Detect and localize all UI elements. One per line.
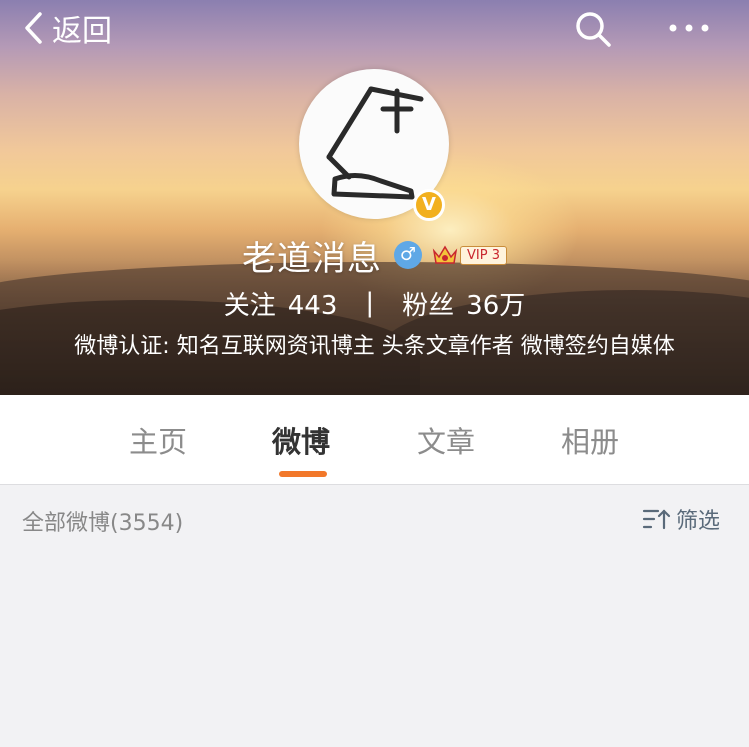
profile-header: 返回 V 老道消息 ♂ VIP 3 关注 443 | 粉丝 36万 微博认证: … [0, 0, 749, 395]
following-count: 443 [287, 290, 338, 321]
search-icon[interactable] [573, 9, 613, 49]
vip-badge[interactable]: VIP 3 [432, 243, 507, 267]
active-tab-indicator [279, 471, 327, 477]
back-label: 返回 [52, 14, 112, 49]
feed-filter-bar: 全部微博(3554) 筛选 [0, 485, 749, 551]
following-label: 关注 [223, 290, 276, 321]
gender-icon: ♂ [394, 241, 422, 269]
verified-badge: V [413, 189, 445, 221]
profile-tabs: 主页 微博 文章 相册 [0, 395, 749, 485]
more-icon[interactable] [665, 16, 713, 40]
followers-count: 36万 [466, 290, 526, 321]
vip-level: VIP 3 [460, 245, 507, 265]
filter-icon [642, 509, 671, 530]
tab-home[interactable]: 主页 [129, 419, 187, 461]
tab-articles[interactable]: 文章 [417, 419, 475, 461]
verification-info: 微博认证: 知名互联网资讯博主 头条文章作者 微博签约自媒体 [74, 334, 675, 359]
filter-label: 筛选 [676, 509, 721, 534]
crown-icon [432, 245, 458, 264]
stats-separator: | [365, 288, 375, 318]
all-weibo-count: 全部微博(3554) [22, 511, 184, 536]
filter-button[interactable]: 筛选 [642, 503, 720, 535]
followers-label: 粉丝 [402, 290, 455, 321]
following-link[interactable]: 关注 443 [224, 285, 338, 322]
tab-album[interactable]: 相册 [561, 419, 619, 461]
tab-weibo[interactable]: 微博 [272, 419, 330, 461]
back-icon [25, 12, 42, 44]
profile-name: 老道消息 [242, 238, 382, 279]
back-button[interactable]: 返回 [22, 10, 112, 49]
stats-row: 关注 443 | 粉丝 36万 [0, 285, 749, 321]
followers-link[interactable]: 粉丝 36万 [402, 285, 525, 322]
name-row: 老道消息 ♂ VIP 3 [0, 232, 749, 279]
